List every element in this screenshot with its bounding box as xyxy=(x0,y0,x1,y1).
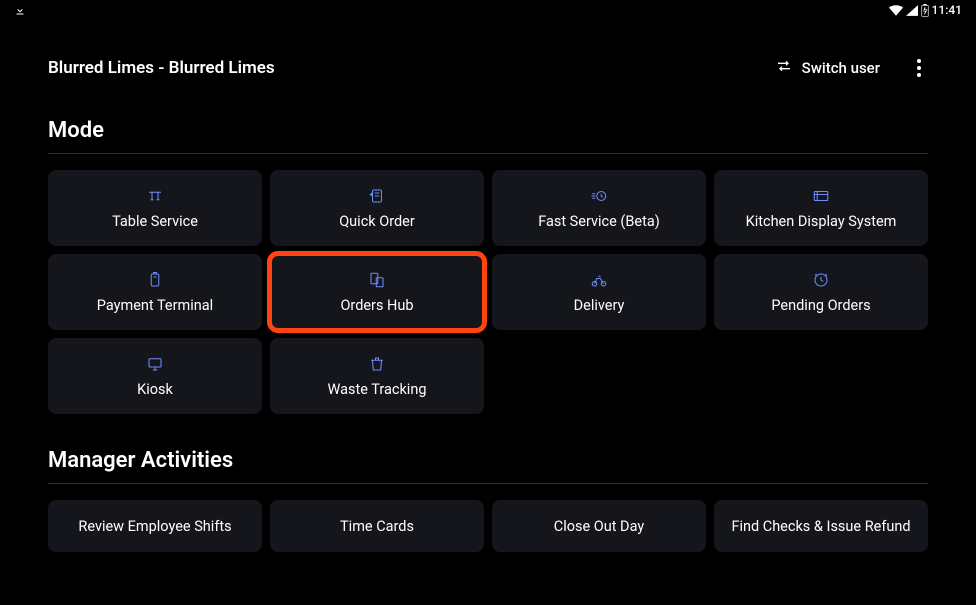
tile-label: Close Out Day xyxy=(546,518,652,535)
tile-label: Orders Hub xyxy=(332,297,421,314)
tile-label: Fast Service (Beta) xyxy=(530,213,668,230)
manager-tile-time-cards[interactable]: Time Cards xyxy=(270,500,484,552)
manager-tile-review-shifts[interactable]: Review Employee Shifts xyxy=(48,500,262,552)
manager-tile-close-out[interactable]: Close Out Day xyxy=(492,500,706,552)
page-title: Blurred Limes - Blurred Limes xyxy=(48,58,275,78)
tile-label: Delivery xyxy=(566,297,633,314)
pending-orders-icon xyxy=(812,271,830,289)
mode-tile-orders-hub[interactable]: Orders Hub xyxy=(270,254,484,330)
mode-tile-fast-service[interactable]: Fast Service (Beta) xyxy=(492,170,706,246)
download-icon xyxy=(14,4,26,16)
manager-tile-find-checks[interactable]: Find Checks & Issue Refund xyxy=(714,500,928,552)
mode-tile-waste-tracking[interactable]: Waste Tracking xyxy=(270,338,484,414)
tile-label: Waste Tracking xyxy=(319,381,434,398)
fast-service-icon xyxy=(590,187,608,205)
battery-icon xyxy=(921,4,929,17)
more-vertical-icon xyxy=(917,59,921,77)
kiosk-icon xyxy=(146,355,164,373)
section-title-manager: Manager Activities xyxy=(48,448,928,473)
tile-label: Find Checks & Issue Refund xyxy=(723,518,918,535)
mode-tile-kiosk[interactable]: Kiosk xyxy=(48,338,262,414)
overflow-menu-button[interactable] xyxy=(910,56,928,80)
statusbar-time: 11:41 xyxy=(932,3,962,17)
tile-label: Kitchen Display System xyxy=(738,213,905,230)
manager-grid: Review Employee Shifts Time Cards Close … xyxy=(48,500,928,552)
signal-icon xyxy=(906,5,918,16)
mode-tile-delivery[interactable]: Delivery xyxy=(492,254,706,330)
wifi-icon xyxy=(889,5,903,16)
switch-user-label: Switch user xyxy=(802,59,880,77)
tile-label: Pending Orders xyxy=(763,297,878,314)
delivery-icon xyxy=(590,271,608,289)
waste-tracking-icon xyxy=(368,355,386,373)
tile-label: Review Employee Shifts xyxy=(70,518,239,535)
mode-tile-payment-terminal[interactable]: Payment Terminal xyxy=(48,254,262,330)
orders-hub-icon xyxy=(368,271,386,289)
tile-label: Time Cards xyxy=(332,518,422,535)
android-statusbar: 11:41 xyxy=(0,0,976,20)
tile-label: Kiosk xyxy=(129,381,181,398)
table-service-icon xyxy=(146,187,164,205)
tile-label: Quick Order xyxy=(331,213,423,230)
swap-icon xyxy=(776,58,792,78)
tile-label: Table Service xyxy=(104,213,206,230)
switch-user-button[interactable]: Switch user xyxy=(776,58,880,78)
section-title-mode: Mode xyxy=(48,118,928,143)
mode-tile-kds[interactable]: Kitchen Display System xyxy=(714,170,928,246)
kitchen-display-icon xyxy=(812,187,830,205)
quick-order-icon xyxy=(368,187,386,205)
mode-tile-pending-orders[interactable]: Pending Orders xyxy=(714,254,928,330)
mode-grid: Table Service Quick Order Fast Service (… xyxy=(48,170,928,414)
mode-tile-quick-order[interactable]: Quick Order xyxy=(270,170,484,246)
divider xyxy=(48,153,928,154)
divider xyxy=(48,483,928,484)
tile-label: Payment Terminal xyxy=(89,297,221,314)
app-topbar: Blurred Limes - Blurred Limes Switch use… xyxy=(14,24,962,112)
mode-tile-table-service[interactable]: Table Service xyxy=(48,170,262,246)
payment-terminal-icon xyxy=(146,271,164,289)
